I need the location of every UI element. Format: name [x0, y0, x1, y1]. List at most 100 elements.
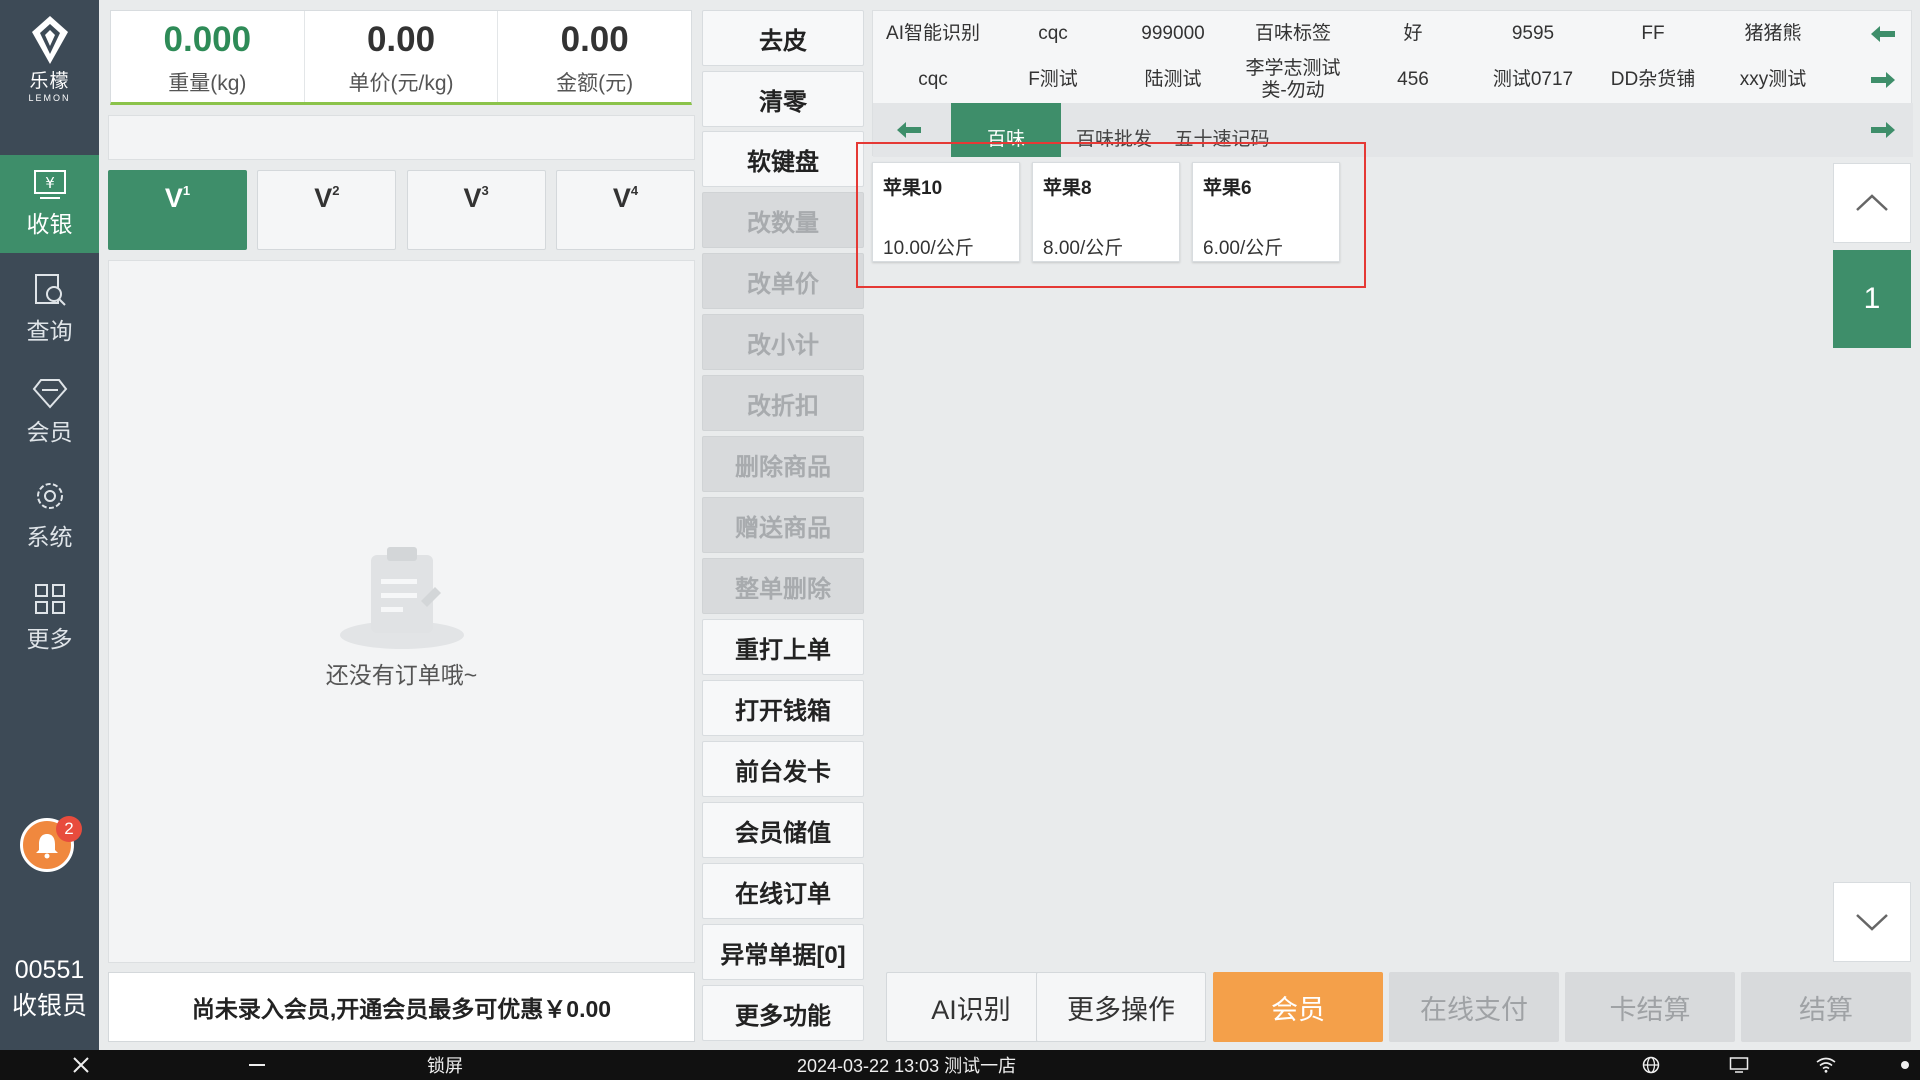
subcategory-tab[interactable]: 百味 [951, 103, 1061, 157]
gift-item-button[interactable]: 赠送商品 [702, 497, 864, 553]
soft-keyboard-button[interactable]: 软键盘 [702, 131, 864, 187]
category-item[interactable]: 456 [1353, 57, 1473, 103]
delete-item-button[interactable]: 删除商品 [702, 436, 864, 492]
category-item[interactable]: 好 [1353, 11, 1473, 57]
product-grid: 苹果10 10.00/公斤 苹果8 8.00/公斤 苹果6 6.00/公斤 [872, 162, 1832, 962]
category-item[interactable]: 9595 [1473, 11, 1593, 57]
order-slot-label: V [314, 183, 333, 213]
nav-item-cashier[interactable]: ¥ 收银 [0, 155, 99, 253]
change-discount-button[interactable]: 改折扣 [702, 375, 864, 431]
nav-item-member[interactable]: 会员 [0, 363, 99, 461]
category-item[interactable]: cqc [873, 57, 993, 103]
monitor-icon [1729, 1057, 1749, 1073]
category-item[interactable]: F测试 [993, 57, 1113, 103]
card-settle-button[interactable]: 卡结算 [1565, 972, 1735, 1042]
nav-item-system[interactable]: 系统 [0, 466, 99, 564]
minimize-icon [249, 1064, 265, 1066]
change-subtotal-button[interactable]: 改小计 [702, 314, 864, 370]
subcategory-row: 百味 百味批发 五十速记码 [873, 103, 1913, 157]
lock-screen-button[interactable]: 锁屏 [427, 1050, 463, 1080]
nav-label: 更多 [26, 626, 73, 652]
product-name: 苹果8 [1043, 178, 1092, 199]
category-item[interactable]: 测试0717 [1473, 57, 1593, 103]
reprint-last-button[interactable]: 重打上单 [702, 619, 864, 675]
order-slot-label: V [463, 183, 482, 213]
subcategory-tab[interactable]: 五十速记码 [1167, 103, 1277, 157]
order-slot-v2[interactable]: V2 [257, 170, 397, 250]
bell-icon [36, 834, 58, 859]
abnormal-docs-button[interactable]: 异常单据[0] [702, 924, 864, 980]
cashier-id: 00551 [14, 956, 85, 984]
more-actions-button[interactable]: 更多操作 [1036, 972, 1206, 1042]
nav-label: 收银 [26, 211, 73, 237]
arrow-right-icon [1871, 72, 1895, 88]
category-item[interactable]: FF [1593, 11, 1713, 57]
cashier-icon: ¥ [33, 170, 66, 199]
weight-value: 0.000 [163, 20, 252, 59]
category-item[interactable]: xxy测试 [1713, 57, 1833, 103]
ai-recognize-button[interactable]: AI识别 [886, 972, 1056, 1042]
more-functions-button[interactable]: 更多功能 [702, 985, 864, 1041]
nav-item-more[interactable]: 更多 [0, 569, 99, 667]
brand-logo: 乐檬 LEMON [0, 14, 99, 114]
order-slot-v1[interactable]: V1 [108, 170, 247, 250]
nav-label: 系统 [26, 524, 73, 550]
page-up-button[interactable] [1833, 163, 1911, 243]
online-orders-button[interactable]: 在线订单 [702, 863, 864, 919]
member-button[interactable]: 会员 [1213, 972, 1383, 1042]
page-down-button[interactable] [1833, 882, 1911, 962]
category-next-button[interactable] [1863, 65, 1903, 95]
datetime-store: 2024-03-22 13:03 测试一店 [797, 1056, 1017, 1076]
close-button[interactable] [72, 1050, 90, 1080]
category-item[interactable]: DD杂货铺 [1593, 57, 1713, 103]
product-name: 苹果6 [1203, 178, 1252, 199]
category-prev-button[interactable] [1863, 19, 1903, 49]
change-price-button[interactable]: 改单价 [702, 253, 864, 309]
product-price: 8.00/公斤 [1043, 238, 1124, 259]
subcategory-tab[interactable]: 百味批发 [1067, 103, 1161, 157]
svg-text:¥: ¥ [45, 174, 55, 192]
nav-label: 查询 [26, 318, 73, 344]
empty-clipboard-icon [340, 547, 464, 649]
order-slot-number: 1 [182, 183, 191, 198]
amount-label: 金额(元) [556, 72, 634, 95]
order-slot-number: 4 [630, 183, 639, 198]
category-item[interactable]: 李学志测试类-勿动 [1233, 57, 1353, 103]
product-card[interactable]: 苹果6 6.00/公斤 [1192, 162, 1340, 262]
category-item[interactable]: cqc [993, 11, 1113, 57]
order-slot-number: 3 [481, 183, 489, 198]
checkout-button[interactable]: 结算 [1741, 972, 1911, 1042]
subcategory-next-button[interactable] [1863, 115, 1903, 145]
open-cash-drawer-button[interactable]: 打开钱箱 [702, 680, 864, 736]
language-button[interactable] [1642, 1050, 1660, 1080]
category-item[interactable]: AI智能识别 [873, 11, 993, 57]
display-button[interactable] [1729, 1050, 1749, 1080]
product-card[interactable]: 苹果8 8.00/公斤 [1032, 162, 1180, 262]
change-quantity-button[interactable]: 改数量 [702, 192, 864, 248]
category-item[interactable]: 猪猪熊 [1713, 11, 1833, 57]
category-item[interactable]: 999000 [1113, 11, 1233, 57]
zero-button[interactable]: 清零 [702, 71, 864, 127]
member-recharge-button[interactable]: 会员储值 [702, 802, 864, 858]
subcategory-prev-button[interactable] [889, 115, 929, 145]
order-slot-v3[interactable]: V3 [406, 170, 546, 250]
dot-icon [1901, 1061, 1909, 1069]
delete-order-button[interactable]: 整单删除 [702, 558, 864, 614]
weight-stat: 0.000 重量(kg) [111, 11, 305, 102]
wifi-status[interactable] [1816, 1050, 1836, 1080]
brand-name: 乐檬 [29, 71, 70, 92]
category-item[interactable]: 陆测试 [1113, 57, 1233, 103]
category-item[interactable]: 百味标签 [1233, 11, 1353, 57]
product-card[interactable]: 苹果10 10.00/公斤 [872, 162, 1020, 262]
product-price: 6.00/公斤 [1203, 238, 1284, 259]
minimize-button[interactable] [248, 1050, 266, 1080]
notification-badge: 2 [56, 816, 82, 842]
online-pay-button[interactable]: 在线支付 [1389, 972, 1559, 1042]
order-slot-v4[interactable]: V4 [555, 170, 695, 250]
unit-price-stat: 0.00 单价(元/kg) [305, 11, 499, 102]
scan-input[interactable] [108, 115, 695, 160]
tare-button[interactable]: 去皮 [702, 10, 864, 66]
issue-card-button[interactable]: 前台发卡 [702, 741, 864, 797]
member-promo-tip[interactable]: 尚未录入会员,开通会员最多可优惠￥0.00 [108, 972, 695, 1042]
nav-item-query[interactable]: 查询 [0, 260, 99, 358]
